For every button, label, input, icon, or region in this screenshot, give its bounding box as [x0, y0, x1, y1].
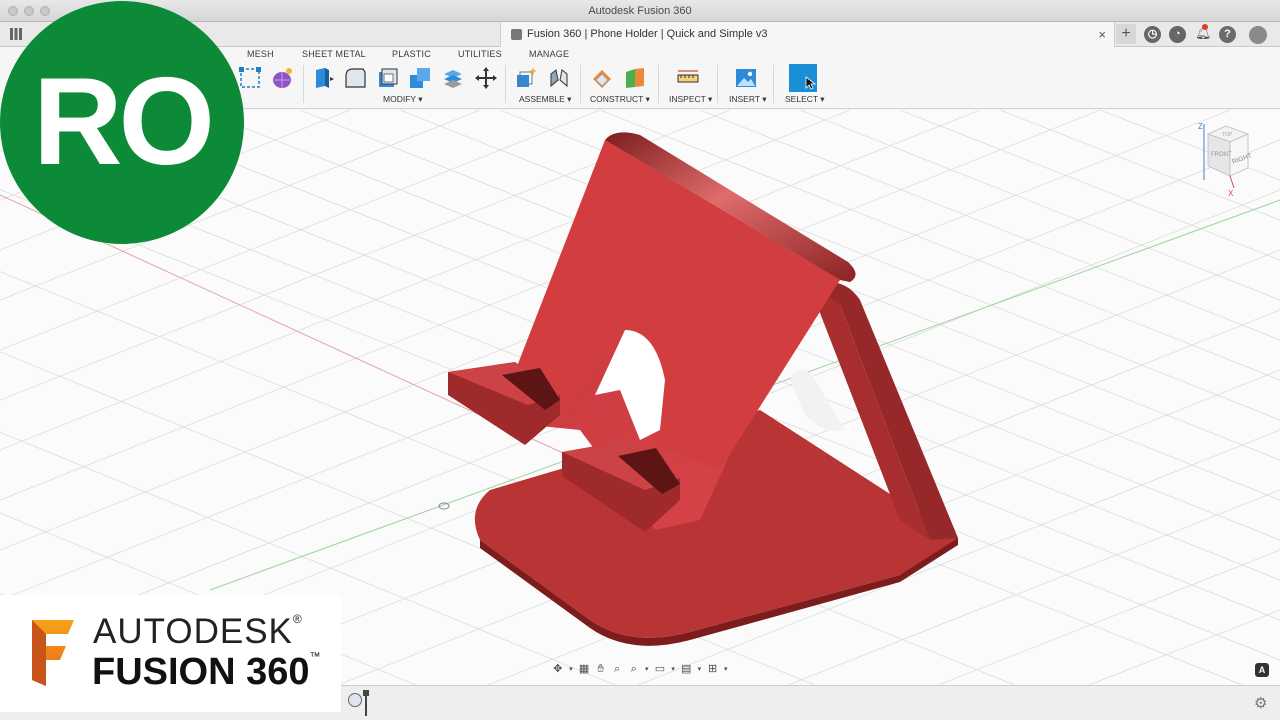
look-at-icon[interactable]: ▦ [577, 663, 591, 676]
close-tab-icon[interactable]: × [1098, 22, 1106, 47]
chevron-down-icon[interactable]: ▾ [696, 663, 703, 676]
product-text: FUSION 360 [92, 651, 310, 693]
form-icon[interactable] [270, 66, 294, 90]
window-titlebar: Autodesk Fusion 360 [0, 0, 1280, 22]
view-cube[interactable]: RIGHT FRONT TOP Z X [1198, 122, 1253, 198]
document-tab-title: Fusion 360 | Phone Holder | Quick and Si… [527, 28, 768, 40]
timeline-marker-icon[interactable] [363, 690, 369, 716]
plane-at-angle-icon[interactable] [623, 66, 647, 90]
fusion-logo-overlay: AUTODESK® FUSION 360™ [0, 595, 341, 712]
autodesk-wordmark: AUTODESK® [93, 612, 303, 652]
shell-icon[interactable] [376, 66, 400, 90]
settings-icon[interactable]: ⚙︎ [1254, 694, 1267, 712]
new-component-icon[interactable] [514, 66, 538, 90]
toolbar-separator [717, 65, 718, 103]
trademark-mark: ™ [309, 651, 321, 663]
text-commands-icon[interactable]: A [1255, 663, 1269, 677]
close-window-button[interactable] [8, 6, 18, 16]
navigation-toolbar: ✥ ▾ ▦ ✋︎ ⌕ ⌕ ▾ ▭ ▾ ▤ ▾ ⊞ ▾ [551, 660, 729, 678]
tab-utilities[interactable]: UTILITIES [458, 49, 502, 59]
tab-sheet-metal[interactable]: SHEET METAL [302, 49, 366, 59]
toolbar-separator [773, 65, 774, 103]
toolbar-separator [658, 65, 659, 103]
modify-menu[interactable]: MODIFY ▾ [383, 94, 423, 105]
move-copy-icon[interactable] [474, 66, 498, 90]
inspect-menu[interactable]: INSPECT ▾ [669, 94, 712, 105]
fusion-f-logo-icon [32, 620, 74, 686]
help-icon[interactable]: ? [1219, 26, 1236, 43]
phone-holder-model[interactable] [448, 132, 958, 646]
notification-badge [1202, 24, 1208, 30]
window-title: Autodesk Fusion 360 [588, 5, 692, 17]
tab-plastic[interactable]: PLASTIC [392, 49, 431, 59]
zoom-icon[interactable]: ⌕ [610, 663, 624, 676]
insert-canvas-icon[interactable] [734, 66, 758, 90]
new-tab-button[interactable]: + [1116, 24, 1136, 44]
toolbar-separator [580, 65, 581, 103]
online-status-icon[interactable]: ◷ [1144, 26, 1161, 43]
fit-icon[interactable]: ⌕ [627, 663, 641, 676]
grid-menu-icon[interactable] [10, 28, 22, 40]
viewcube-face-front[interactable]: FRONT [1211, 152, 1232, 158]
ro-overlay-badge: RO [0, 1, 244, 244]
zoom-window-button[interactable] [40, 6, 50, 16]
tab-mesh[interactable]: MESH [247, 49, 274, 59]
grid-settings-icon[interactable]: ▤ [679, 663, 693, 676]
viewports-icon[interactable]: ⊞ [706, 663, 720, 676]
fillet-icon[interactable] [343, 66, 367, 90]
design-file-icon [511, 29, 522, 40]
offset-face-icon[interactable] [441, 66, 465, 90]
pan-icon[interactable]: ✋︎ [594, 663, 608, 676]
chevron-down-icon[interactable]: ▾ [722, 663, 729, 676]
minimize-window-button[interactable] [24, 6, 34, 16]
chevron-down-icon[interactable]: ▾ [568, 663, 575, 676]
document-tab[interactable]: Fusion 360 | Phone Holder | Quick and Si… [500, 22, 1115, 47]
display-settings-icon[interactable]: ▭ [653, 663, 667, 676]
tab-manage[interactable]: MANAGE [529, 49, 569, 59]
select-icon[interactable] [789, 64, 817, 92]
measure-icon[interactable] [676, 66, 700, 90]
assemble-menu[interactable]: ASSEMBLE ▾ [519, 94, 571, 105]
axis-label-z: Z [1198, 122, 1203, 131]
offset-plane-icon[interactable] [590, 66, 614, 90]
chevron-down-icon[interactable]: ▾ [643, 663, 650, 676]
toolbar-separator [303, 65, 304, 103]
combine-icon[interactable] [408, 66, 432, 90]
brand-text: AUTODESK [93, 612, 293, 651]
orbit-icon[interactable]: ✥ [551, 663, 565, 676]
press-pull-icon[interactable] [311, 66, 335, 90]
user-avatar-icon[interactable] [1249, 26, 1267, 44]
construct-menu[interactable]: CONSTRUCT ▾ [590, 94, 650, 105]
joint-icon[interactable] [547, 66, 571, 90]
chevron-down-icon[interactable]: ▾ [670, 663, 677, 676]
timeline-feature-icon[interactable] [348, 693, 362, 707]
fusion-360-wordmark: FUSION 360™ [92, 651, 321, 694]
insert-menu[interactable]: INSERT ▾ [729, 94, 767, 105]
axis-label-x: X [1228, 189, 1234, 198]
registered-mark: ® [292, 612, 303, 626]
job-status-icon[interactable]: ◔ [1169, 26, 1186, 43]
viewcube-face-top[interactable]: TOP [1222, 132, 1233, 138]
sketch-pattern-icon[interactable] [238, 66, 262, 90]
select-menu[interactable]: SELECT ▾ [785, 94, 825, 105]
toolbar-separator [505, 65, 506, 103]
